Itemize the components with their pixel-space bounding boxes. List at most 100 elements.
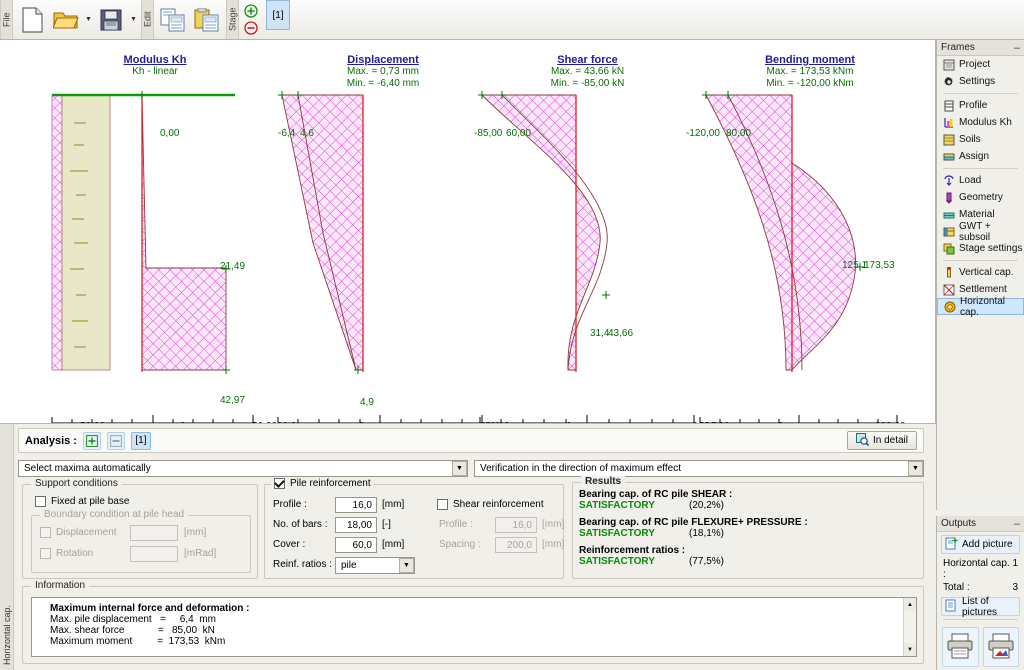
soils-icon [943, 134, 955, 146]
printer-row [937, 623, 1024, 669]
reinf-ratios-label: Reinf. ratios : [273, 559, 332, 570]
verification-select[interactable]: Verification in the direction of maximum… [474, 460, 924, 477]
sidebar-item-soils[interactable]: Soils [937, 131, 1024, 148]
reinf-ratios-select[interactable]: pile ▼ [335, 557, 415, 574]
chevron-down-icon[interactable]: ▼ [399, 558, 414, 573]
analysis-number-tab[interactable]: [1] [130, 431, 151, 450]
sidebar-item-vertical-cap[interactable]: Vertical cap. [937, 264, 1024, 281]
print-button[interactable] [942, 627, 979, 667]
divider [943, 168, 1018, 169]
geometry-icon [943, 192, 955, 204]
chevron-down-icon[interactable]: ▼ [908, 461, 923, 476]
rotation-input[interactable] [130, 546, 178, 562]
paste-button[interactable] [190, 3, 224, 37]
profile-input[interactable]: 16,0 [335, 497, 377, 513]
bottom-vertical-tab[interactable]: Horizontal cap. [0, 424, 14, 670]
results-title: Results [581, 476, 626, 487]
print-preview-button[interactable] [982, 627, 1019, 667]
maxima-select[interactable]: Select maxima automatically ▼ [18, 460, 468, 477]
open-dropdown-arrow[interactable]: ▼ [83, 3, 94, 37]
information-box[interactable]: Maximum internal force and deformation :… [31, 597, 917, 657]
list-of-pictures-button[interactable]: List of pictures [941, 595, 1020, 618]
rotation-label: Rotation [56, 548, 94, 559]
fixed-at-pile-base-checkbox[interactable]: Fixed at pile base [35, 496, 129, 507]
spacing-input[interactable]: 200,0 [495, 537, 537, 553]
chart-top-value-2: 4,6 [300, 128, 314, 139]
add-stage-button[interactable] [242, 4, 259, 19]
result-item: Reinforcement ratios : SATISFACTORY (77,… [579, 545, 724, 567]
sidebar-item-assign[interactable]: Assign [937, 148, 1024, 165]
sidebar-item-label: Project [959, 59, 991, 70]
reinf-ratios-value: pile [341, 560, 357, 571]
chart-top-value: 0,00 [160, 128, 180, 139]
open-folder-button[interactable] [49, 3, 83, 37]
chart-title: Modulus Kh [123, 54, 187, 66]
sidebar-item-gwt-subsoil[interactable]: GWT + subsoil [937, 221, 1024, 243]
copy-button[interactable] [156, 3, 190, 37]
chart-title: Shear force [557, 54, 618, 66]
shear-reinforcement-title: Shear reinforcement [453, 499, 544, 510]
shear-profile-label: Profile : [439, 519, 473, 530]
remove-analysis-button[interactable] [106, 431, 125, 450]
result-label: Bearing cap. of RC pile FLEXURE+ PRESSUR… [579, 517, 808, 528]
chart-value-label: 173,53 [864, 260, 895, 271]
chart-bending-moment: Bending moment Max. = 173,53 kNm Min. = … [686, 40, 930, 423]
displacement-input[interactable] [130, 525, 178, 541]
pile-reinforcement-checkbox[interactable]: Pile reinforcement [271, 478, 374, 489]
result-label: Reinforcement ratios : [579, 545, 686, 556]
sidebar-item-label: Profile [959, 100, 988, 111]
displacement-label: Displacement [56, 527, 117, 538]
save-dropdown-arrow[interactable]: ▼ [128, 3, 139, 37]
drawing-canvas[interactable]: Modulus Kh Kh - linear 0,00 21,49 42,97 … [0, 40, 936, 423]
maxima-select-value: Select maxima automatically [24, 463, 151, 474]
bottom-vertical-tab-label: Horizontal cap. [1, 604, 12, 665]
sidebar-item-label: Soils [959, 134, 981, 145]
add-picture-button[interactable]: Add picture [941, 535, 1020, 554]
project-icon [943, 59, 955, 71]
chart-displacement: Displacement Max. = 0,73 mm Min. = -6,40… [268, 40, 500, 423]
remove-stage-button[interactable] [242, 21, 259, 36]
sidebar-item-horizontal-cap[interactable]: Horizontal cap. [937, 296, 1024, 318]
sidebar-item-load[interactable]: Load [937, 172, 1024, 189]
information-scrollbar[interactable]: ▲ ▼ [903, 598, 916, 656]
pile-reinforcement-group: Pile reinforcement Profile : 16,0 [mm] N… [264, 478, 565, 579]
sidebar-item-modulus-kh[interactable]: Modulus Kh [937, 114, 1024, 131]
profile-label: Profile : [273, 499, 307, 510]
shear-profile-input[interactable]: 16,0 [495, 517, 537, 533]
add-picture-label: Add picture [962, 539, 1013, 550]
outputs-minimize-button[interactable]: – [1014, 518, 1020, 529]
in-detail-button[interactable]: In detail [846, 431, 917, 450]
spacing-unit: [mm] [542, 539, 565, 550]
scroll-down-icon[interactable]: ▼ [903, 643, 916, 656]
result-percent: (18,1%) [689, 528, 725, 539]
rotation-checkbox[interactable]: Rotation [40, 548, 93, 559]
sidebar-item-settings[interactable]: Settings [937, 73, 1024, 90]
stage-tab-1[interactable]: [1] [266, 0, 290, 30]
sidebar-item-stage-settings[interactable]: Stage settings [937, 240, 1024, 257]
chart-subtitle: Max. = 43,66 kN [550, 66, 625, 77]
shear-reinforcement-checkbox[interactable]: Shear reinforcement [437, 499, 544, 510]
chevron-down-icon[interactable]: ▼ [452, 461, 467, 476]
information-title: Information [31, 580, 90, 591]
frames-group: Vertical cap. Settlement Horizontal cap. [937, 264, 1024, 318]
sidebar-item-profile[interactable]: Profile [937, 97, 1024, 114]
stage-toolbar-group [239, 0, 262, 39]
output-count-row: Total : 3 [937, 581, 1024, 594]
sidebar-item-project[interactable]: Project [937, 56, 1024, 73]
bars-input[interactable]: 18,00 [335, 517, 377, 533]
scroll-up-icon[interactable]: ▲ [903, 598, 916, 611]
frames-minimize-button[interactable]: – [1014, 42, 1020, 53]
save-button[interactable] [94, 3, 128, 37]
material-icon [943, 209, 955, 221]
cover-input[interactable]: 60,0 [335, 537, 377, 553]
modulus-kh-icon [943, 117, 955, 129]
result-percent: (77,5%) [689, 556, 725, 567]
sidebar-item-geometry[interactable]: Geometry [937, 189, 1024, 206]
new-document-button[interactable] [15, 3, 49, 37]
chart-top-value: -120,00 [686, 128, 720, 139]
displacement-checkbox[interactable]: Displacement [40, 527, 117, 538]
add-analysis-button[interactable] [82, 431, 101, 450]
boundary-condition-title: Boundary condition at pile head [40, 509, 189, 520]
list-of-pictures-label: List of pictures [962, 595, 998, 618]
information-heading: Maximum internal force and deformation : [50, 603, 250, 614]
